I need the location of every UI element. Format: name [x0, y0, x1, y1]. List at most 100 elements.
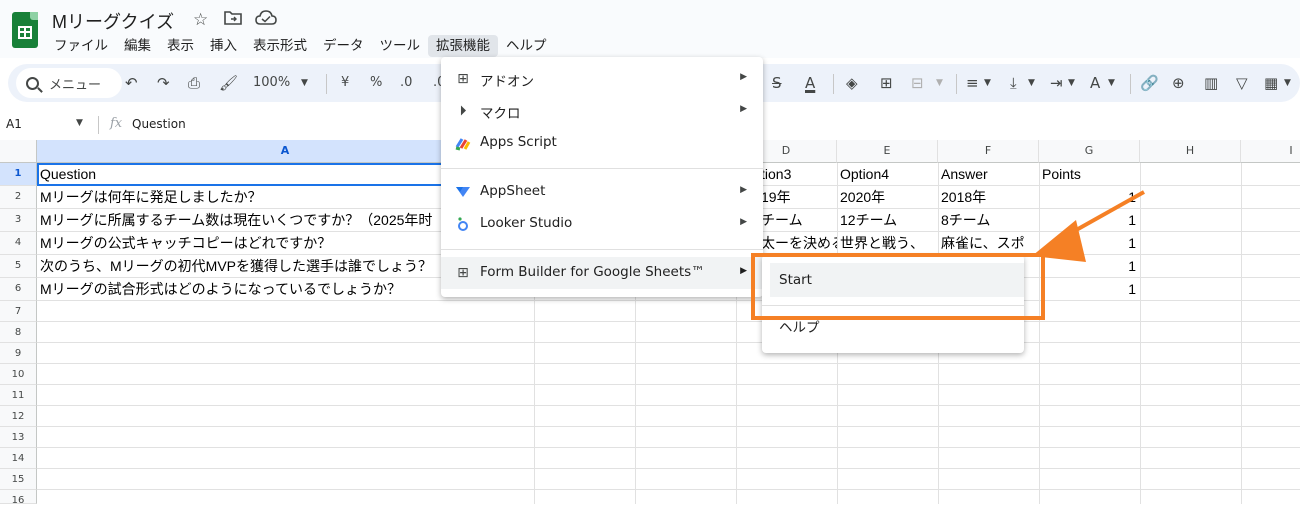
currency-format-button[interactable]: ¥ — [341, 73, 349, 93]
column-header-g[interactable]: G — [1039, 140, 1140, 163]
menu-insert[interactable]: 挿入 — [202, 35, 245, 57]
star-icon[interactable]: ☆ — [193, 10, 208, 30]
menu-help[interactable]: ヘルプ — [498, 35, 555, 57]
undo-icon[interactable]: ↶ — [125, 73, 138, 93]
column-header-i[interactable]: I — [1241, 140, 1300, 163]
cloud-saved-icon[interactable] — [255, 10, 277, 31]
document-title[interactable]: Mリーグクイズ — [52, 8, 174, 34]
sheets-logo-icon[interactable] — [12, 12, 38, 48]
row-header[interactable]: 6 — [0, 278, 37, 301]
row-header[interactable]: 12 — [0, 406, 37, 427]
row-header[interactable]: 11 — [0, 385, 37, 406]
insert-comment-icon[interactable]: ⊕ — [1172, 73, 1185, 93]
wrap-dropdown-icon[interactable]: ▼ — [1068, 73, 1075, 93]
menu-item-appsheet[interactable]: AppSheet ▶ — [441, 176, 763, 208]
merge-dropdown-icon[interactable]: ▼ — [936, 73, 943, 93]
borders-icon[interactable]: ⊞ — [880, 73, 893, 93]
text-rotation-icon[interactable]: A — [1090, 73, 1100, 93]
cell-f4[interactable]: 麻雀に、スポ — [938, 232, 1039, 254]
menu-edit[interactable]: 編集 — [116, 35, 159, 57]
align-dropdown-icon[interactable]: ▼ — [984, 73, 991, 93]
text-wrap-icon[interactable]: ⇥ — [1050, 73, 1063, 93]
cell-g4[interactable]: 1 — [1039, 232, 1140, 254]
menu-format[interactable]: 表示形式 — [245, 35, 315, 57]
cell-g3[interactable]: 1 — [1039, 209, 1140, 231]
select-all-corner[interactable] — [0, 140, 37, 163]
submenu-arrow-icon: ▶ — [740, 72, 747, 82]
filter-icon[interactable]: ▽ — [1236, 73, 1248, 93]
row-header[interactable]: 16 — [0, 490, 37, 506]
table-dropdown-icon[interactable]: ▼ — [1284, 73, 1291, 93]
row-header[interactable]: 4 — [0, 232, 37, 255]
insert-chart-icon[interactable]: ▥ — [1204, 73, 1218, 93]
cell-a5[interactable]: 次のうち、Mリーグの初代MVPを獲得した選手は誰でしょう？ — [37, 255, 441, 277]
row-header[interactable]: 5 — [0, 255, 37, 278]
cell-f1[interactable]: Answer — [938, 163, 1039, 185]
cell-d2[interactable]: 19年 — [758, 186, 837, 208]
menu-item-looker-studio[interactable]: Looker Studio ▶ — [441, 208, 763, 240]
print-icon[interactable]: ⎙ — [188, 73, 200, 93]
horizontal-align-icon[interactable]: ≡ — [966, 73, 979, 93]
zoom-select[interactable]: 100% — [253, 73, 290, 93]
row-header[interactable]: 3 — [0, 209, 37, 232]
menu-extensions[interactable]: 拡張機能 — [428, 35, 498, 57]
cell-g1[interactable]: Points — [1039, 163, 1140, 185]
formula-input[interactable]: Question — [132, 117, 186, 131]
strikethrough-icon[interactable]: S — [772, 73, 782, 93]
zoom-dropdown-icon[interactable]: ▼ — [301, 73, 308, 93]
row-header[interactable]: 13 — [0, 427, 37, 448]
vertical-align-icon[interactable]: ⤓ — [1010, 73, 1017, 93]
cell-e1[interactable]: Option4 — [837, 163, 938, 185]
paint-format-icon[interactable]: 🖌 — [219, 73, 238, 93]
menu-item-label: Looker Studio — [480, 215, 573, 231]
cell-g6[interactable]: 1 — [1039, 278, 1140, 300]
cell-d3[interactable]: チーム — [758, 209, 837, 231]
submenu-arrow-icon: ▶ — [740, 104, 747, 114]
row-header[interactable]: 9 — [0, 343, 37, 364]
insert-link-icon[interactable]: 🔗 — [1140, 73, 1159, 93]
move-to-folder-icon[interactable] — [224, 10, 242, 31]
menu-item-add-ons[interactable]: ⊞ アドオン ▶ — [441, 63, 763, 95]
row-header[interactable]: 1 — [0, 163, 37, 186]
row-header[interactable]: 15 — [0, 469, 37, 490]
cell-f3[interactable]: 8チーム — [938, 209, 1039, 231]
cell-d4[interactable]: 太ーを決める — [758, 232, 837, 254]
cell-a4[interactable]: Mリーグの公式キャッチコピーはどれですか？ — [37, 232, 441, 254]
row-header[interactable]: 14 — [0, 448, 37, 469]
cell-d1[interactable]: tion3 — [758, 163, 837, 185]
cell-g5[interactable]: 1 — [1039, 255, 1140, 277]
menu-view[interactable]: 表示 — [159, 35, 202, 57]
menu-item-apps-script[interactable]: Apps Script — [441, 127, 763, 159]
cell-f2[interactable]: 2018年 — [938, 186, 1039, 208]
menu-search-button[interactable]: メニュー — [16, 68, 122, 98]
rotation-dropdown-icon[interactable]: ▼ — [1108, 73, 1115, 93]
cell-g2[interactable]: 1 — [1039, 186, 1140, 208]
valign-dropdown-icon[interactable]: ▼ — [1028, 73, 1035, 93]
cell-e2[interactable]: 2020年 — [837, 186, 938, 208]
cell-a3[interactable]: Mリーグに所属するチーム数は現在いくつですか？（2025年时 — [37, 209, 441, 231]
cell-e3[interactable]: 12チーム — [837, 209, 938, 231]
fill-color-icon[interactable]: ◈ — [846, 73, 858, 93]
menu-data[interactable]: データ — [315, 35, 372, 57]
row-header[interactable]: 2 — [0, 186, 37, 209]
table-view-icon[interactable]: ▦ — [1264, 73, 1278, 93]
menu-file[interactable]: ファイル — [46, 35, 116, 57]
name-box-dropdown-icon[interactable]: ▼ — [76, 118, 83, 128]
redo-icon[interactable]: ↷ — [157, 73, 170, 93]
column-header-h[interactable]: H — [1140, 140, 1241, 163]
row-header[interactable]: 7 — [0, 301, 37, 322]
menu-item-form-builder[interactable]: ⊞ Form Builder for Google Sheets™ ▶ — [441, 257, 763, 289]
column-header-e[interactable]: E — [837, 140, 938, 163]
menu-tools[interactable]: ツール — [372, 35, 429, 57]
menu-item-macros[interactable]: ⏵ マクロ ▶ — [441, 95, 763, 127]
cell-a6[interactable]: Mリーグの試合形式はどのようになっているでしょうか？ — [37, 278, 441, 300]
text-color-icon[interactable]: A — [805, 73, 815, 93]
cell-e4[interactable]: 世界と戦う、 — [837, 232, 938, 254]
row-header[interactable]: 8 — [0, 322, 37, 343]
percent-format-button[interactable]: % — [370, 73, 382, 93]
merge-cells-icon[interactable]: ⊟ — [911, 73, 924, 93]
column-header-f[interactable]: F — [938, 140, 1039, 163]
name-box[interactable]: A1 — [6, 117, 22, 131]
decrease-decimal-button[interactable]: .0 — [400, 73, 412, 93]
row-header[interactable]: 10 — [0, 364, 37, 385]
